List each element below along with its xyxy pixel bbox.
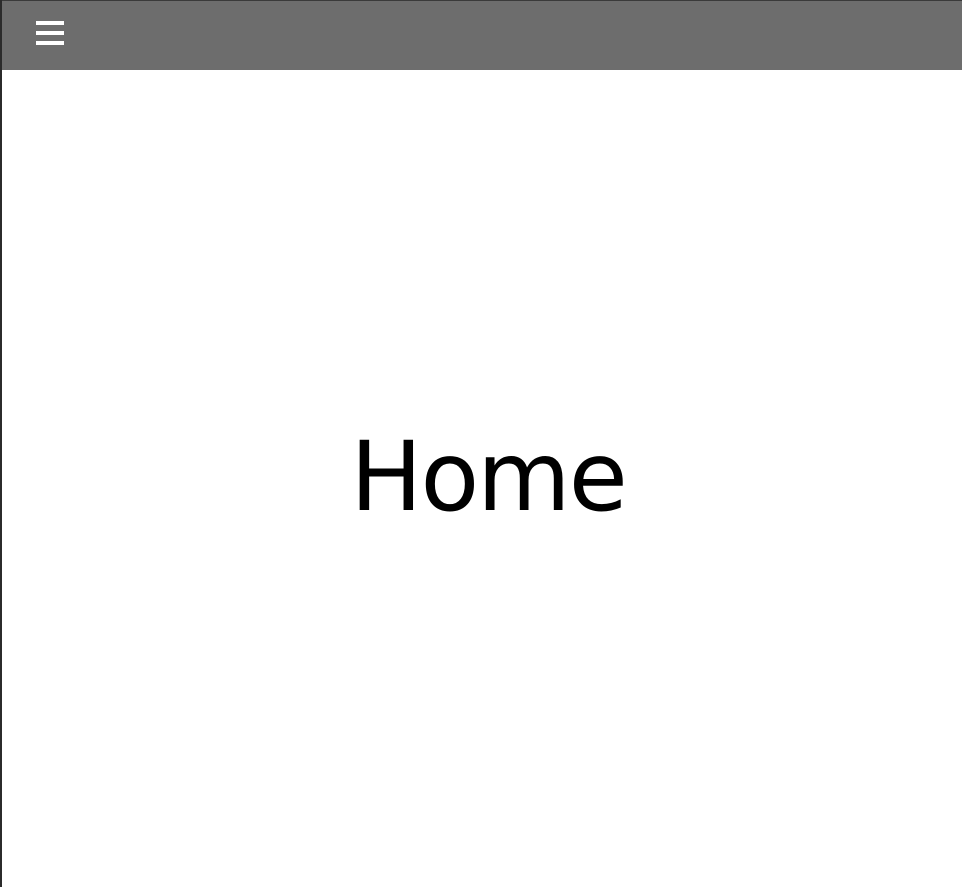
top-bar	[2, 0, 962, 70]
app-window: Home	[0, 0, 962, 887]
page-title: Home	[350, 420, 627, 533]
hamburger-menu-icon	[36, 21, 64, 45]
menu-button[interactable]	[34, 19, 66, 49]
main-content: Home	[2, 70, 962, 887]
